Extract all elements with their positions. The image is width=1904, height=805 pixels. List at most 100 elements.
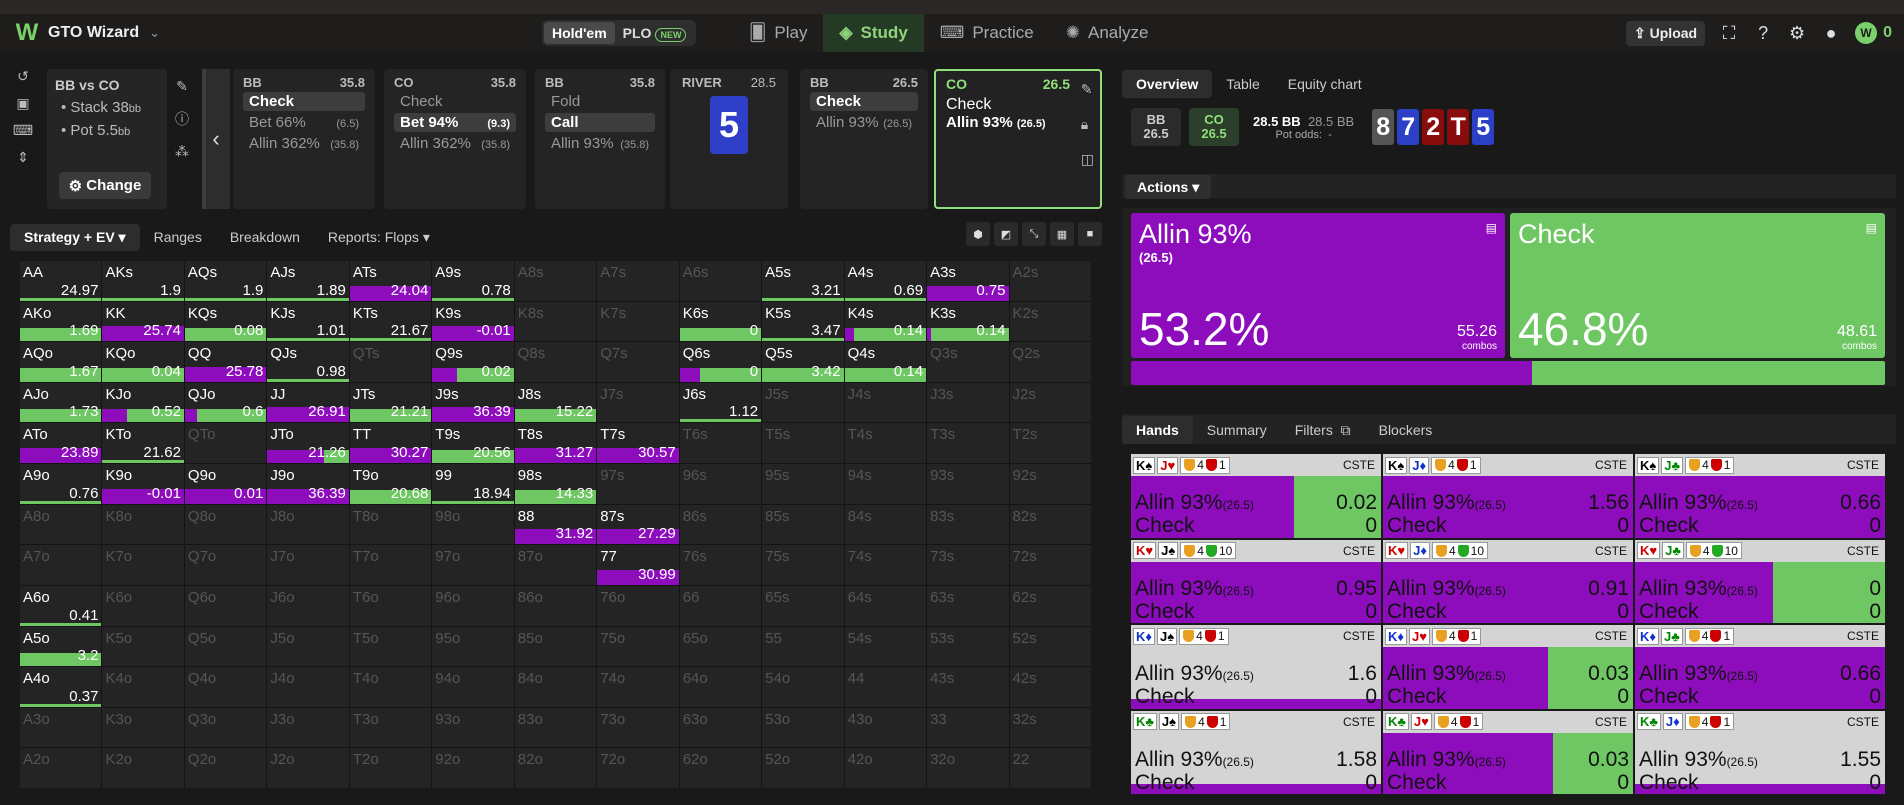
- matrix-cell[interactable]: KK 25.74: [102, 301, 184, 342]
- matrix-cell[interactable]: T2o: [349, 748, 432, 788]
- matrix-cell[interactable]: K9o -0.01: [102, 464, 184, 504]
- matrix-cell[interactable]: 43s: [927, 667, 1009, 707]
- action-card[interactable]: BB 35.8 Fold Call Allin 93% (35.8): [535, 69, 665, 209]
- gto-wizard-logo-icon[interactable]: W: [14, 19, 40, 46]
- matrix-cell[interactable]: J9o 36.39: [267, 464, 349, 504]
- tab-study[interactable]: ◈ Study: [823, 14, 924, 52]
- lock-icon[interactable]: 🔒︎: [1081, 116, 1094, 133]
- matrix-cell[interactable]: AKo 1.69: [20, 301, 102, 342]
- matrix-cell[interactable]: 66: [679, 585, 762, 626]
- matrix-cell[interactable]: 53o: [762, 707, 844, 748]
- matrix-cell[interactable]: 44: [844, 667, 927, 707]
- matrix-cell[interactable]: K8s: [514, 301, 597, 342]
- matrix-cell[interactable]: 96s: [679, 464, 762, 504]
- matrix-cell[interactable]: 98o: [432, 504, 514, 545]
- matrix-cell[interactable]: J6s 1.12: [679, 382, 762, 423]
- tab-table[interactable]: Table: [1212, 70, 1273, 98]
- matrix-cell[interactable]: J5o: [267, 626, 349, 667]
- matrix-cell[interactable]: J5s: [762, 382, 844, 423]
- matrix-cell[interactable]: 65s: [762, 585, 844, 626]
- matrix-cell[interactable]: 84o: [514, 667, 597, 707]
- matrix-cell[interactable]: 88 31.92: [514, 504, 597, 545]
- user-icon[interactable]: ●: [1821, 23, 1841, 44]
- cube-icon[interactable]: ⬢: [966, 222, 990, 246]
- matrix-cell[interactable]: 75o: [597, 626, 679, 667]
- grid-icon[interactable]: ▦: [1050, 222, 1074, 246]
- matrix-cell[interactable]: 72o: [597, 748, 679, 788]
- matrix-cell[interactable]: 87o: [514, 545, 597, 585]
- matrix-cell[interactable]: K2s: [1009, 301, 1091, 342]
- matrix-cell[interactable]: 82s: [1009, 504, 1091, 545]
- matrix-cell[interactable]: QTo: [184, 423, 267, 464]
- matrix-cell[interactable]: Q2s: [1009, 342, 1091, 382]
- matrix-cell[interactable]: 74o: [597, 667, 679, 707]
- matrix-cell[interactable]: 93s: [927, 464, 1009, 504]
- matrix-cell[interactable]: 73s: [927, 545, 1009, 585]
- matrix-cell[interactable]: 54s: [844, 626, 927, 667]
- matrix-cell[interactable]: A5s 3.21: [762, 261, 844, 301]
- matrix-cell[interactable]: J2s: [1009, 382, 1091, 423]
- matrix-cell[interactable]: 97s: [597, 464, 679, 504]
- help-icon[interactable]: ?: [1753, 23, 1773, 44]
- current-decision-card[interactable]: CO 26.5 Check Allin 93% (26.5) ✎ 🔒︎ ◫: [934, 69, 1102, 209]
- action-box-check[interactable]: Check ▤ 46.8% 48.61 combos: [1510, 213, 1885, 358]
- matrix-cell[interactable]: 85o: [514, 626, 597, 667]
- matrix-cell[interactable]: AQs 1.9: [184, 261, 267, 301]
- contrast-icon[interactable]: ◩: [994, 222, 1018, 246]
- matrix-cell[interactable]: 77 30.99: [597, 545, 679, 585]
- matrix-cell[interactable]: 42o: [844, 748, 927, 788]
- tab-analyze[interactable]: ✺ Analyze: [1050, 14, 1165, 52]
- matrix-cell[interactable]: A9o 0.76: [20, 464, 102, 504]
- matrix-cell[interactable]: KQo 0.04: [102, 342, 184, 382]
- matrix-cell[interactable]: JJ 26.91: [267, 382, 349, 423]
- matrix-cell[interactable]: 64s: [844, 585, 927, 626]
- matrix-cell[interactable]: A5o 3.2: [20, 626, 102, 667]
- matrix-cell[interactable]: T8s 31.27: [514, 423, 597, 464]
- matrix-cell[interactable]: 63o: [679, 707, 762, 748]
- tab-blockers[interactable]: Blockers: [1365, 416, 1447, 444]
- matrix-cell[interactable]: J7s: [597, 382, 679, 423]
- upload-button[interactable]: ⇪ Upload: [1626, 20, 1706, 46]
- matrix-cell[interactable]: K6s 0: [679, 301, 762, 342]
- card-option[interactable]: Bet 94% (9.3): [394, 113, 516, 132]
- card-option[interactable]: Check: [810, 92, 918, 111]
- matrix-cell[interactable]: 42s: [1009, 667, 1091, 707]
- matrix-cell[interactable]: AJs 1.89: [267, 261, 349, 301]
- card-option[interactable]: Check: [394, 92, 516, 111]
- matrix-cell[interactable]: 53s: [927, 626, 1009, 667]
- coin-balance[interactable]: W0: [1855, 22, 1892, 44]
- matrix-cell[interactable]: 74s: [844, 545, 927, 585]
- matrix-cell[interactable]: A6s: [679, 261, 762, 301]
- river-card[interactable]: RIVER 28.5 5: [670, 69, 788, 209]
- matrix-cell[interactable]: A4o 0.37: [20, 667, 102, 707]
- matrix-cell[interactable]: 32s: [1009, 707, 1091, 748]
- matrix-cell[interactable]: A9s 0.78: [432, 261, 514, 301]
- matrix-cell[interactable]: JTo 21.26: [267, 423, 349, 464]
- matrix-cell[interactable]: K4s 0.14: [844, 301, 927, 342]
- save-icon[interactable]: ▣: [16, 95, 29, 112]
- matrix-cell[interactable]: T7s 30.57: [597, 423, 679, 464]
- card-option[interactable]: Call: [545, 113, 655, 132]
- matrix-cell[interactable]: AKs 1.9: [102, 261, 184, 301]
- matrix-cell[interactable]: K7o: [102, 545, 184, 585]
- matrix-cell[interactable]: 93o: [432, 707, 514, 748]
- change-button[interactable]: ⚙ Change: [59, 172, 151, 199]
- hand-cell[interactable]: K♣ J♠ 4 1 CSTE Allin 93%(26.5) 1.58 Check 0: [1131, 710, 1381, 794]
- matrix-cell[interactable]: K9s -0.01: [432, 301, 514, 342]
- matrix-cell[interactable]: T6o: [349, 585, 432, 626]
- matrix-cell[interactable]: JTs 21.21: [349, 382, 432, 423]
- matrix-cell[interactable]: A7o: [20, 545, 102, 585]
- matrix-cell[interactable]: K6o: [102, 585, 184, 626]
- matrix-cell[interactable]: J3s: [927, 382, 1009, 423]
- scan-icon[interactable]: ⛶: [1719, 23, 1739, 44]
- hand-cell[interactable]: K♥ J♣ 4 10 CSTE Allin 93%(26.5) 0 Check 0: [1635, 539, 1885, 623]
- matrix-cell[interactable]: A8o: [20, 504, 102, 545]
- matrix-cell[interactable]: A3o: [20, 707, 102, 748]
- matrix-cell[interactable]: Q7o: [184, 545, 267, 585]
- hand-cell[interactable]: K♠ J♣ 4 1 CSTE Allin 93%(26.5) 0.66 Check 0: [1635, 454, 1885, 538]
- matrix-cell[interactable]: Q3s: [927, 342, 1009, 382]
- matrix-cell[interactable]: J2o: [267, 748, 349, 788]
- note-icon[interactable]: ▤: [1486, 221, 1497, 235]
- matrix-cell[interactable]: A7s: [597, 261, 679, 301]
- hand-cell[interactable]: K♠ J♥ 4 1 CSTE Allin 93%(26.5) 0.02 Check 0: [1131, 454, 1381, 538]
